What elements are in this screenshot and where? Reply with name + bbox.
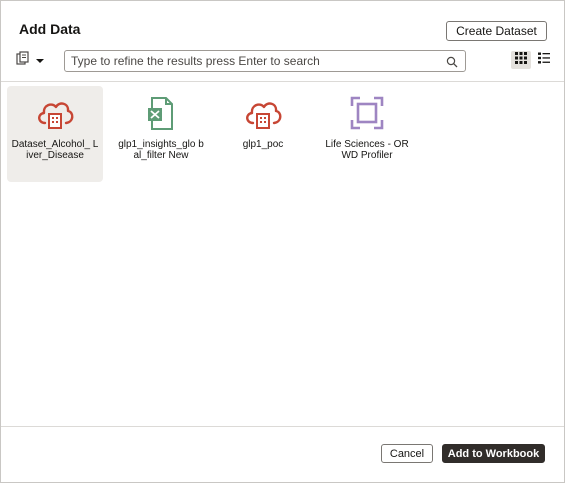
- list-view-button[interactable]: [535, 51, 553, 69]
- dataset-tile-label: glp1_poc: [242, 139, 284, 150]
- data-source-icon: [16, 50, 30, 70]
- dialog-title: Add Data: [19, 21, 81, 37]
- grid-view-icon: [515, 51, 527, 69]
- dataset-tile[interactable]: glp1_poc: [215, 86, 311, 182]
- caret-down-icon: [36, 51, 44, 69]
- cancel-button[interactable]: Cancel: [381, 444, 433, 463]
- subject-area-icon: [347, 95, 387, 131]
- dataset-tile-label: glp1_insights_glo bal_filter New: [118, 139, 204, 161]
- footer-divider: [1, 426, 564, 427]
- dataset-tile-label: Life Sciences - ORWD Profiler: [325, 139, 409, 161]
- search-box: [64, 50, 466, 72]
- excel-file-icon: [141, 95, 181, 131]
- source-picker[interactable]: [16, 50, 48, 70]
- dataset-tile[interactable]: Dataset_Alcohol_ Liver_Disease: [7, 86, 103, 182]
- list-view-icon: [538, 51, 550, 69]
- dataset-tile-label: Dataset_Alcohol_ Liver_Disease: [11, 139, 99, 161]
- grid-view-button[interactable]: [511, 51, 531, 69]
- cloud-database-icon: [35, 95, 75, 131]
- search-icon[interactable]: [446, 55, 458, 73]
- cloud-database-icon: [243, 95, 283, 131]
- add-to-workbook-button[interactable]: Add to Workbook: [442, 444, 545, 463]
- create-dataset-button[interactable]: Create Dataset: [446, 21, 547, 41]
- dataset-tile[interactable]: glp1_insights_glo bal_filter New: [113, 86, 209, 182]
- header-divider: [1, 81, 564, 82]
- add-data-dialog: Add Data Create Dataset Type to refine t…: [0, 0, 565, 483]
- dataset-tile[interactable]: Life Sciences - ORWD Profiler: [319, 86, 415, 182]
- search-input[interactable]: [71, 53, 441, 69]
